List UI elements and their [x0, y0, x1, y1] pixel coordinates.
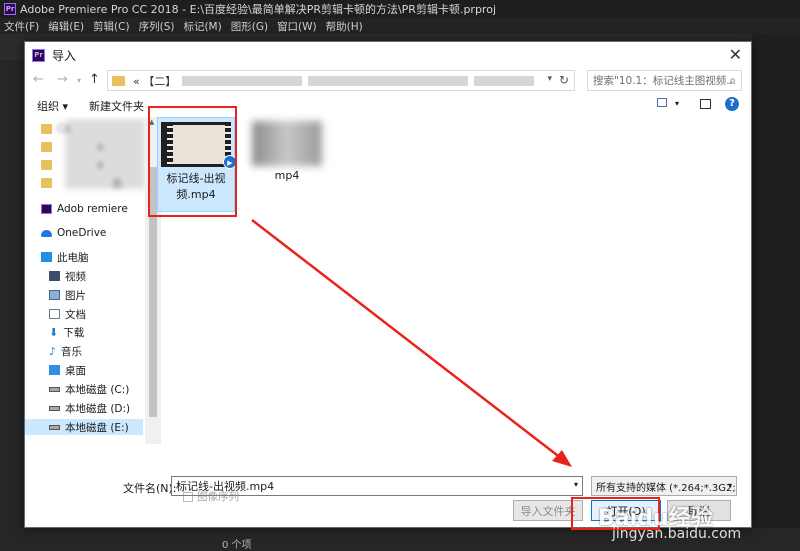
app-left-panel — [0, 60, 24, 530]
help-icon[interactable]: ? — [725, 97, 739, 111]
onedrive-icon — [41, 229, 52, 237]
menu-clip[interactable]: 剪辑(C) — [93, 19, 130, 34]
search-icon[interactable]: ⌕ — [729, 73, 736, 88]
file-type-filter[interactable]: 所有支持的媒体 (*.264;*.3G2;* ▾ — [591, 476, 737, 496]
close-icon[interactable]: ✕ — [729, 45, 742, 64]
app-title: Adobe Premiere Pro CC 2018 - E:\百度经验\最简单… — [20, 3, 497, 16]
sidebar-item-folder[interactable]: 态 — [41, 175, 123, 191]
download-icon: ⬇ — [49, 325, 59, 339]
filename-input[interactable]: 标记线-出视频.mp4 ▾ — [171, 476, 583, 496]
computer-icon — [41, 252, 52, 262]
sidebar-item-videos[interactable]: 视频 — [49, 268, 86, 284]
sidebar-item-onedrive[interactable]: OneDrive — [41, 225, 106, 241]
disk-icon — [49, 386, 60, 392]
blurred-path — [182, 75, 303, 86]
sidebar-item-this-pc[interactable]: 此电脑 — [41, 249, 89, 265]
baidu-watermark-url: jingyan.baidu.com — [612, 526, 742, 542]
music-icon: ♪ — [49, 344, 57, 358]
sidebar-item-premiere[interactable]: Adob remiere — [41, 201, 128, 217]
organize-button[interactable]: 组织 ▾ — [37, 98, 68, 114]
up-arrow-icon[interactable]: ↑ — [89, 72, 100, 87]
menu-file[interactable]: 文件(F) — [4, 19, 39, 34]
navigation-pane: Co a a 态 Adob remiere OneDrive 此电脑 视频 图片… — [25, 117, 145, 444]
app-menubar: 文件(F) 编辑(E) 剪辑(C) 序列(S) 标记(M) 图形(G) 窗口(W… — [0, 18, 800, 34]
menu-marker[interactable]: 标记(M) — [183, 19, 221, 34]
desktop-icon — [49, 365, 60, 375]
filename-value: 标记线-出视频.mp4 — [176, 480, 275, 493]
file-name: mp4 — [274, 169, 300, 182]
sidebar-item-disk-c[interactable]: 本地磁盘 (C:) — [49, 381, 129, 397]
menu-graphics[interactable]: 图形(G) — [231, 19, 268, 34]
forward-arrow-icon[interactable]: → — [57, 72, 68, 87]
disk-icon — [49, 424, 60, 430]
filter-value: 所有支持的媒体 (*.264;*.3G2;* — [596, 482, 737, 494]
blurred-path — [308, 75, 469, 86]
sidebar-item-documents[interactable]: 文档 — [49, 306, 86, 322]
menu-window[interactable]: 窗口(W) — [277, 19, 317, 34]
address-path: « 【二】 — [133, 74, 177, 88]
refresh-icon[interactable]: ↻ — [559, 73, 569, 87]
address-bar[interactable]: « 【二】 ▾ ↻ — [107, 70, 575, 91]
chevron-down-icon[interactable]: ▾ — [728, 481, 732, 490]
folder-icon — [41, 160, 52, 170]
new-folder-button[interactable]: 新建文件夹 — [89, 98, 144, 114]
sidebar-item-folder[interactable]: a — [41, 157, 103, 173]
blurred-path — [474, 75, 535, 86]
menu-help[interactable]: 帮助(H) — [326, 19, 363, 34]
back-arrow-icon[interactable]: ← — [33, 72, 44, 87]
preview-pane-icon[interactable] — [700, 99, 711, 109]
picture-folder-icon — [49, 290, 60, 300]
video-folder-icon — [49, 271, 60, 281]
dialog-toolbar: 组织 ▾ 新建文件夹 ▾ ? — [25, 96, 751, 116]
menu-edit[interactable]: 编辑(E) — [48, 19, 84, 34]
folder-icon — [41, 124, 52, 134]
file-item-video[interactable]: mp4 — [248, 117, 326, 207]
sidebar-item-pictures[interactable]: 图片 — [49, 287, 86, 303]
view-icon[interactable] — [657, 98, 667, 107]
folder-icon — [112, 75, 125, 86]
chevron-down-icon[interactable]: ▾ — [675, 99, 679, 108]
premiere-icon — [41, 204, 52, 214]
disk-icon — [49, 405, 60, 411]
sidebar-item-disk-e[interactable]: 本地磁盘 (E:) — [25, 419, 143, 435]
item-count: 0 个项 — [222, 540, 252, 551]
menu-sequence[interactable]: 序列(S) — [139, 19, 175, 34]
sidebar-item-folder[interactable]: a — [41, 139, 103, 155]
recent-chevron-icon[interactable]: ▾ — [77, 76, 81, 85]
chevron-down-icon[interactable]: ▾ — [547, 74, 552, 84]
premiere-logo-icon: Pr — [32, 48, 45, 62]
folder-icon — [41, 178, 52, 188]
dialog-titlebar: Pr 导入 ✕ — [25, 42, 751, 68]
search-input[interactable]: 搜索"10.1：标记线主图视频... ⌕ — [587, 70, 742, 91]
chevron-down-icon[interactable]: ▾ — [574, 480, 578, 489]
filename-label: 文件名(N): — [123, 482, 177, 495]
dialog-title: 导入 — [52, 48, 77, 63]
app-titlebar: Pr Adobe Premiere Pro CC 2018 - E:\百度经验\… — [0, 0, 800, 18]
sidebar-item-desktop[interactable]: 桌面 — [49, 362, 86, 378]
folder-icon — [41, 142, 52, 152]
file-list: ▶ 标记线-出视频.mp4 mp4 — [157, 117, 751, 444]
sidebar-item-folder[interactable]: Co — [41, 121, 71, 137]
sidebar-item-disk-d[interactable]: 本地磁盘 (D:) — [49, 400, 130, 416]
app-right-panel — [752, 34, 800, 551]
document-folder-icon — [49, 309, 60, 319]
premiere-logo-icon: Pr — [4, 3, 16, 15]
highlight-box-file — [148, 106, 237, 217]
search-placeholder: 搜索"10.1：标记线主图视频... — [593, 75, 737, 87]
navigation-bar: ← → ▾ ↑ « 【二】 ▾ ↻ 搜索"10.1：标记线主图视频... ⌕ — [25, 69, 751, 93]
sidebar-item-downloads[interactable]: ⬇ 下载 — [49, 324, 84, 340]
blurred-thumbnail — [252, 121, 322, 166]
sidebar-item-music[interactable]: ♪ 音乐 — [49, 343, 82, 359]
import-dialog: Pr 导入 ✕ ← → ▾ ↑ « 【二】 ▾ ↻ 搜索"10.1：标记线主图视… — [24, 41, 752, 528]
